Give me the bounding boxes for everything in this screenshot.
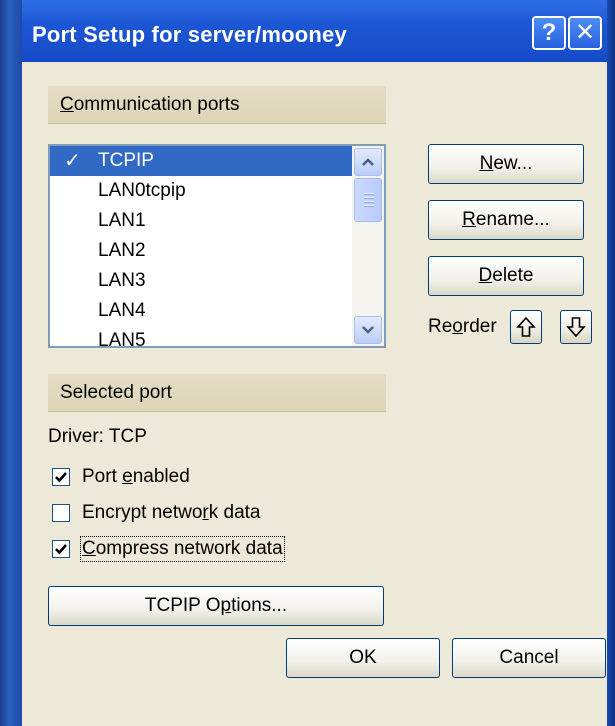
driver-label: Driver: TCP xyxy=(48,426,147,447)
scroll-thumb[interactable] xyxy=(354,178,382,222)
port-setup-dialog: Port Setup for server/mooney ? ✕ Communi… xyxy=(0,0,615,726)
selected-port-label: Selected port xyxy=(60,382,172,403)
window-frame-right xyxy=(607,0,615,726)
tcpip-options-label: TCPIP Options... xyxy=(144,595,288,616)
rename-button[interactable]: Rename... xyxy=(428,200,584,240)
compress-network-data-checkbox[interactable] xyxy=(52,540,70,558)
help-button[interactable]: ? xyxy=(532,16,566,50)
new-button[interactable]: New... xyxy=(428,144,584,184)
list-item-tcpip[interactable]: ✓ TCPIP xyxy=(50,146,352,176)
ok-button-label: OK xyxy=(349,647,377,668)
list-item-label: LAN3 xyxy=(98,270,146,291)
move-up-button[interactable] xyxy=(510,310,542,344)
list-item[interactable]: LAN0tcpip xyxy=(50,176,352,206)
list-item-label: LAN1 xyxy=(98,210,146,231)
port-enabled-label: Port enabled xyxy=(82,466,190,487)
list-item-label: LAN4 xyxy=(98,300,146,321)
list-item-label: TCPIP xyxy=(98,150,154,171)
checkmark-icon xyxy=(55,472,67,483)
dialog-body: Communication ports ✓ TCPIP LAN0tcpip LA… xyxy=(22,62,607,726)
rename-button-label: Rename... xyxy=(462,209,550,230)
list-item[interactable]: LAN4 xyxy=(50,296,352,326)
ok-button[interactable]: OK xyxy=(286,638,440,678)
communication-ports-list[interactable]: ✓ TCPIP LAN0tcpip LAN1 LAN2 LAN3 LAN4 LA… xyxy=(48,144,386,348)
tcpip-options-button[interactable]: TCPIP Options... xyxy=(48,586,384,626)
cancel-button-label: Cancel xyxy=(499,647,559,668)
list-item-label: LAN0tcpip xyxy=(98,180,186,201)
delete-button[interactable]: Delete xyxy=(428,256,584,296)
scroll-down-button[interactable] xyxy=(354,316,382,344)
list-item[interactable]: LAN3 xyxy=(50,266,352,296)
new-button-label: New... xyxy=(479,153,533,174)
selected-port-header: Selected port xyxy=(48,374,386,412)
list-item[interactable]: LAN2 xyxy=(50,236,352,266)
list-item[interactable]: LAN5 xyxy=(50,326,352,348)
checkmark-icon: ✓ xyxy=(64,150,81,172)
list-item-label: LAN2 xyxy=(98,240,146,261)
window-frame-left xyxy=(0,0,22,726)
encrypt-network-data-checkbox[interactable] xyxy=(52,504,70,522)
delete-button-label: Delete xyxy=(478,265,534,286)
arrow-down-icon xyxy=(566,317,586,338)
grip-icon xyxy=(364,193,374,207)
reorder-label: Reorder xyxy=(428,316,497,337)
chevron-down-icon xyxy=(362,326,374,334)
chevron-up-icon xyxy=(362,158,374,166)
communication-ports-label: Communication ports xyxy=(60,94,240,115)
cancel-button[interactable]: Cancel xyxy=(452,638,606,678)
window-title: Port Setup for server/mooney xyxy=(32,22,347,47)
title-bar[interactable]: Port Setup for server/mooney ? ✕ xyxy=(22,0,607,62)
port-enabled-checkbox[interactable] xyxy=(52,468,70,486)
arrow-up-icon xyxy=(516,316,536,337)
encrypt-network-data-label: Encrypt network data xyxy=(82,502,261,523)
list-item[interactable]: LAN1 xyxy=(50,206,352,236)
checkmark-icon xyxy=(55,544,67,555)
compress-network-data-label: Compress network data xyxy=(80,536,285,562)
scroll-up-button[interactable] xyxy=(354,148,382,176)
communication-ports-header: Communication ports xyxy=(48,86,386,124)
list-item-label: LAN5 xyxy=(98,330,146,348)
move-down-button[interactable] xyxy=(560,310,592,344)
close-button[interactable]: ✕ xyxy=(568,16,602,50)
list-scrollbar[interactable] xyxy=(352,146,384,346)
